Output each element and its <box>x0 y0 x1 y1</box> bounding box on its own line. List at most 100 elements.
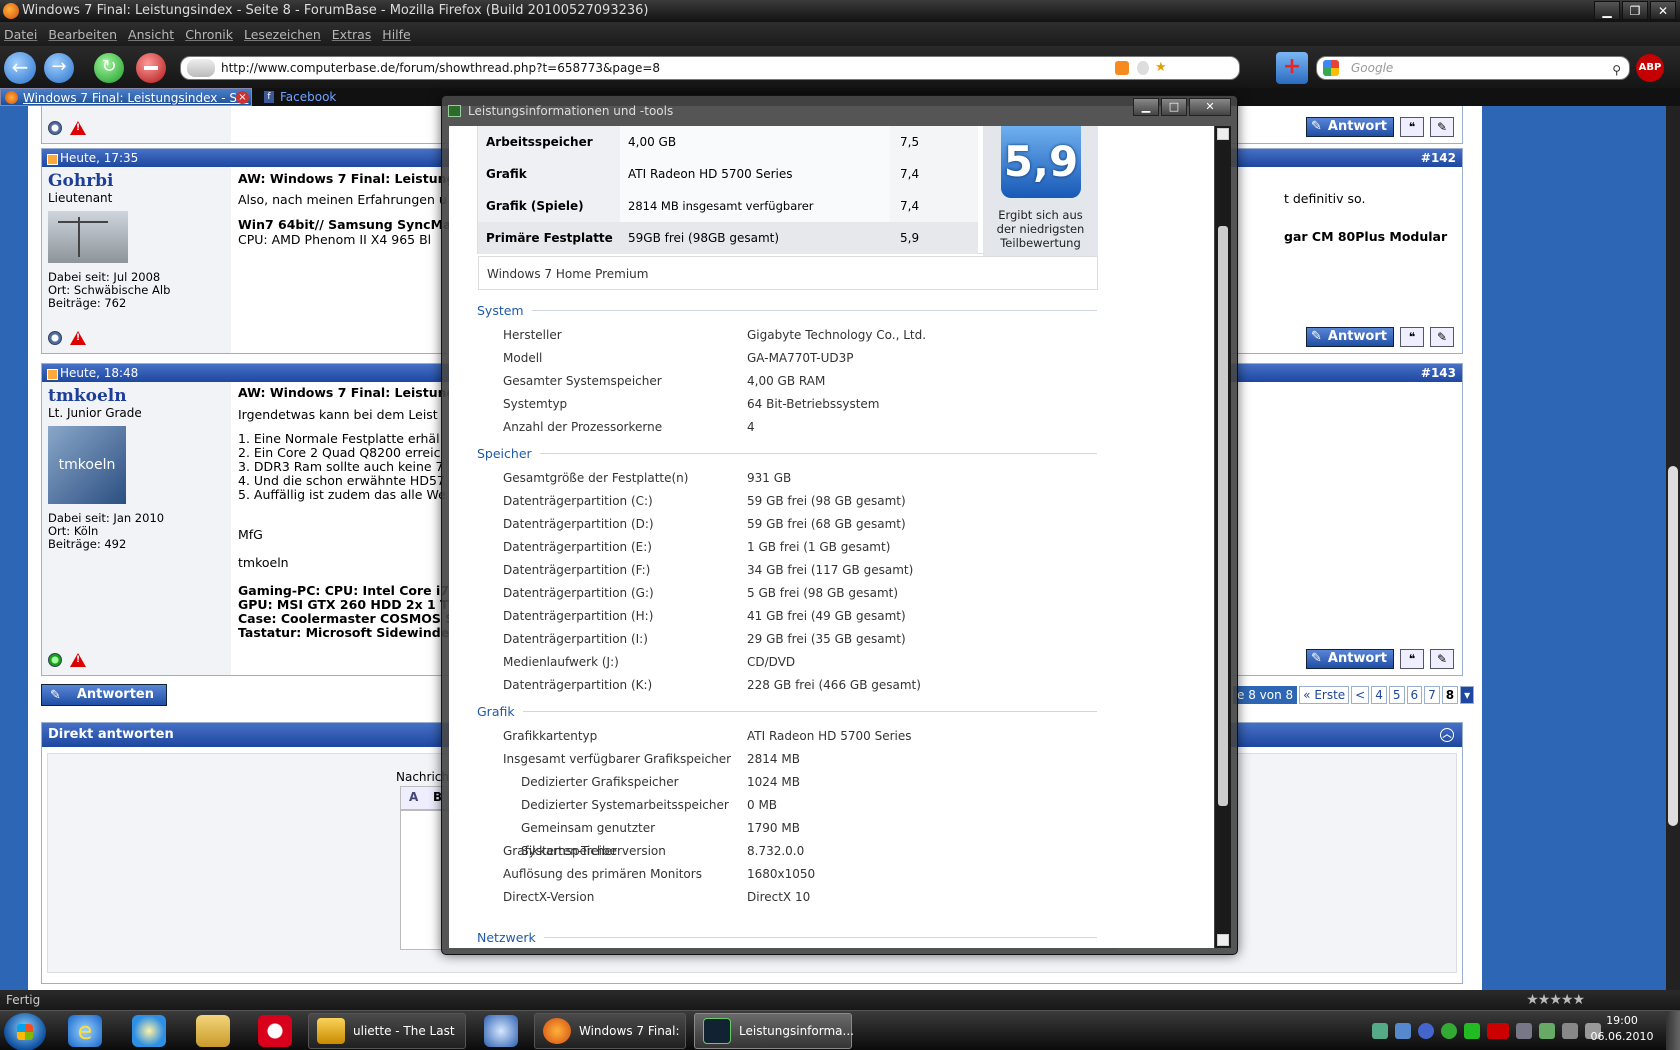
menu-bearbeiten[interactable]: Bearbeiten <box>48 27 117 42</box>
tray-shield-icon[interactable] <box>1418 1023 1434 1039</box>
opera-icon[interactable] <box>258 1015 292 1047</box>
dialog-maximize-button[interactable]: □ <box>1161 98 1187 116</box>
winamp-icon <box>317 1018 345 1044</box>
post-number[interactable]: #143 <box>1421 364 1456 382</box>
font-format-icon[interactable]: A <box>409 790 418 804</box>
report-warning-icon[interactable] <box>70 331 86 345</box>
file-explorer-icon[interactable] <box>196 1015 230 1047</box>
tray-app-icon[interactable] <box>1395 1023 1411 1039</box>
forward-arrow-icon[interactable]: → <box>44 53 74 83</box>
tray-ati-icon[interactable] <box>1487 1023 1509 1039</box>
page-dropdown-icon[interactable]: ▾ <box>1460 686 1475 704</box>
post-author[interactable]: tmkoeln <box>48 386 225 406</box>
show-desktop-button[interactable] <box>1666 1011 1680 1050</box>
start-button[interactable] <box>4 1013 46 1050</box>
prev-page-link[interactable]: < <box>1351 686 1370 704</box>
search-icon[interactable]: ⚲ <box>1612 59 1621 81</box>
scroll-up-arrow-icon[interactable] <box>1217 128 1229 140</box>
tray-update-icon[interactable] <box>1441 1023 1457 1039</box>
post-author[interactable]: Gohrbi <box>48 171 225 191</box>
base-score: 5,9 <box>1001 126 1081 198</box>
tray-green-icon[interactable] <box>1464 1023 1480 1039</box>
menu-hilfe[interactable]: Hilfe <box>382 27 410 42</box>
rating-stars-icon[interactable]: ★★★★★ <box>1526 992 1585 1008</box>
tab-close-icon[interactable]: × <box>236 91 249 104</box>
tab-facebook[interactable]: f Facebook <box>258 88 398 106</box>
info-row: Grafikkarten-Treiberversion 8.732.0.0 <box>477 840 1097 863</box>
quote-icon[interactable]: ❝ <box>1400 327 1424 347</box>
bookmark-star-icon[interactable]: ★ <box>1155 60 1169 76</box>
page-link-5[interactable]: 5 <box>1388 686 1405 704</box>
dialog-close-button[interactable]: ✕ <box>1189 98 1231 116</box>
quote-icon[interactable]: ❝ <box>1400 649 1424 669</box>
section-network: Netzwerk <box>477 929 1097 945</box>
scroll-down-arrow-icon[interactable] <box>1217 934 1229 946</box>
dialog-scrollbar[interactable] <box>1214 126 1231 948</box>
internet-explorer-icon[interactable]: e <box>68 1015 102 1047</box>
dialog-minimize-button[interactable]: ▁ <box>1133 98 1159 116</box>
page-scrollbar[interactable] <box>1666 106 1680 990</box>
menu-bar: Datei Bearbeiten Ansicht Chronik Lesezei… <box>0 22 1680 46</box>
maximize-button[interactable]: ❐ <box>1622 1 1648 20</box>
taskbar-item-leistung[interactable]: Leistungsinforma... <box>694 1013 854 1049</box>
menu-extras[interactable]: Extras <box>332 27 372 42</box>
messenger-icon[interactable] <box>484 1015 518 1047</box>
close-button[interactable]: ✕ <box>1650 1 1676 20</box>
site-identity-icon[interactable] <box>187 59 215 77</box>
performance-monitor-icon <box>703 1018 731 1044</box>
tray-flag-icon[interactable] <box>1562 1023 1578 1039</box>
tray-app2-icon[interactable] <box>1539 1023 1555 1039</box>
info-row: Gemeinsam genutzter Systemspeicher 1790 M… <box>477 817 1097 858</box>
minimize-button[interactable]: ▁ <box>1594 1 1620 20</box>
tray-network-icon[interactable] <box>1372 1023 1388 1039</box>
dialog-scrollbar-thumb[interactable] <box>1218 226 1228 806</box>
url-bar[interactable]: http://www.computerbase.de/forum/showthr… <box>180 56 1240 80</box>
antworten-button[interactable]: Antworten <box>41 684 167 706</box>
adblock-icon[interactable]: ABP <box>1636 54 1664 82</box>
clock[interactable]: 19:00 06.06.2010 <box>1580 1013 1664 1045</box>
quote-icon[interactable]: ❝ <box>1400 117 1424 137</box>
multiquote-icon[interactable]: ✎ <box>1430 649 1454 669</box>
search-input[interactable]: Google ⚲ <box>1316 56 1630 80</box>
location-icon[interactable] <box>1137 61 1149 75</box>
page-link-4[interactable]: 4 <box>1371 686 1387 704</box>
reload-icon[interactable]: ↻ <box>94 53 124 83</box>
url-text: http://www.computerbase.de/forum/showthr… <box>221 61 661 75</box>
post-date: Heute, 18:48 <box>60 366 139 380</box>
collapse-icon[interactable]: ︿ <box>1440 728 1454 742</box>
google-icon[interactable] <box>1323 60 1339 76</box>
menu-chronik[interactable]: Chronik <box>185 27 233 42</box>
info-value: 5 GB frei (98 GB gesamt) <box>747 586 899 600</box>
multiquote-icon[interactable]: ✎ <box>1430 327 1454 347</box>
menu-datei[interactable]: Datei <box>4 27 37 42</box>
report-warning-icon[interactable] <box>70 653 86 667</box>
page-link-7[interactable]: 7 <box>1424 686 1440 704</box>
antwort-button[interactable]: Antwort <box>1306 327 1394 347</box>
antwort-button[interactable]: Antwort <box>1306 649 1394 669</box>
antwort-button[interactable]: Antwort <box>1306 117 1394 137</box>
tray-device-icon[interactable] <box>1516 1023 1532 1039</box>
media-player-icon[interactable] <box>132 1015 166 1047</box>
menu-lesezeichen[interactable]: Lesezeichen <box>244 27 321 42</box>
taskbar-item-winamp[interactable]: uliette - The Last ... <box>308 1013 466 1049</box>
taskbar-item-firefox[interactable]: Windows 7 Final: ... <box>534 1013 686 1049</box>
add-bookmark-icon[interactable]: + <box>1276 52 1308 84</box>
multiquote-icon[interactable]: ✎ <box>1430 117 1454 137</box>
pagination: e 8 von 8 « Erste < 4 5 6 7 8 ▾ <box>1233 686 1475 704</box>
avatar[interactable] <box>48 211 128 263</box>
tab-forum[interactable]: Windows 7 Final: Leistungsindex - S... × <box>0 88 252 106</box>
rss-feed-icon[interactable] <box>1115 61 1129 75</box>
page-link-6[interactable]: 6 <box>1406 686 1423 704</box>
report-warning-icon[interactable] <box>70 121 86 135</box>
back-arrow-icon[interactable]: ← <box>4 52 36 84</box>
firefox-tab-icon <box>5 91 18 104</box>
post-number[interactable]: #142 <box>1421 149 1456 167</box>
stop-icon[interactable] <box>136 53 166 83</box>
info-value: 1 GB frei (1 GB gesamt) <box>747 540 891 554</box>
menu-ansicht[interactable]: Ansicht <box>128 27 174 42</box>
page-scrollbar-thumb[interactable] <box>1668 466 1678 826</box>
info-key: Auflösung des primären Monitors <box>503 867 702 881</box>
avatar[interactable]: tmkoeln <box>48 426 126 504</box>
info-row: Auflösung des primären Monitors 1680x1050 <box>477 863 1097 886</box>
first-page-link[interactable]: « Erste <box>1299 686 1350 704</box>
